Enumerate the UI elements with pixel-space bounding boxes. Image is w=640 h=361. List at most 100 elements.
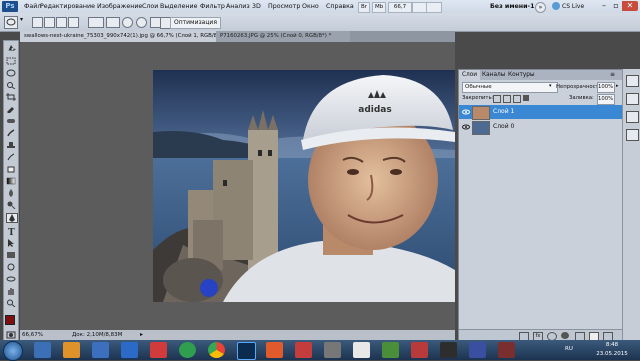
add-selection-icon[interactable] xyxy=(44,17,55,28)
media-icon[interactable] xyxy=(266,342,283,358)
path-select-icon[interactable] xyxy=(6,239,16,247)
move-tool-icon[interactable] xyxy=(6,45,16,53)
rounded-rect-icon[interactable] xyxy=(106,17,120,28)
adjustment-layer-icon[interactable] xyxy=(561,332,569,339)
document-image[interactable]: adidas xyxy=(153,70,455,302)
layer-row[interactable]: Слой 0 xyxy=(459,120,622,135)
eye-icon[interactable] xyxy=(462,123,470,131)
paint-icon[interactable] xyxy=(353,342,370,358)
lock-pixels-icon[interactable] xyxy=(503,95,511,103)
polygon-shape-icon[interactable] xyxy=(136,17,147,28)
folder-icon[interactable] xyxy=(63,342,80,358)
yandex-icon[interactable] xyxy=(150,342,167,358)
menu-layers[interactable]: Слои xyxy=(142,0,158,13)
ie-icon[interactable] xyxy=(34,342,51,358)
clone-stamp-icon[interactable] xyxy=(6,141,16,149)
lock-transparent-icon[interactable] xyxy=(493,95,501,103)
layer-name[interactable]: Слой 0 xyxy=(493,120,514,134)
red-app-icon[interactable] xyxy=(411,342,428,358)
clock-date[interactable]: 23.05.2015 xyxy=(592,351,632,357)
clock-time[interactable]: 8:48 xyxy=(592,342,632,348)
dark-app-icon[interactable] xyxy=(440,342,457,358)
3d-rotate-icon[interactable] xyxy=(6,263,16,271)
language-indicator[interactable]: RU xyxy=(565,346,573,352)
zoom-tool-icon[interactable] xyxy=(6,299,16,307)
ellipse-shape-icon[interactable] xyxy=(122,17,133,28)
menu-filter[interactable]: Фильтр xyxy=(200,0,225,13)
tab-layers[interactable]: Слои xyxy=(459,70,481,80)
new-selection-icon[interactable] xyxy=(32,17,43,28)
tab-paths[interactable]: Контуры xyxy=(505,70,538,80)
opacity-arrow-icon[interactable]: ▸ xyxy=(616,82,619,91)
recorder-icon[interactable] xyxy=(498,342,515,358)
app-icon[interactable] xyxy=(121,342,138,358)
tab-channels[interactable]: Каналы xyxy=(479,70,508,80)
brush-tool-icon[interactable] xyxy=(6,129,16,137)
menu-analysis[interactable]: Анализ xyxy=(226,0,250,13)
gradient-tool-icon[interactable] xyxy=(6,177,16,185)
close-window-button[interactable]: ✕ xyxy=(622,1,638,11)
lasso-tool-icon[interactable] xyxy=(6,69,16,77)
menu-file[interactable]: Файл xyxy=(24,0,41,13)
opacity-input[interactable]: 100% xyxy=(597,82,615,93)
layer-name[interactable]: Слой 1 xyxy=(493,105,514,119)
zoom-level-dropdown[interactable]: 66,7 xyxy=(388,2,412,13)
menu-help[interactable]: Справка xyxy=(326,0,354,13)
menu-image[interactable]: Изображение xyxy=(97,0,142,13)
layer-row[interactable]: Слой 1 xyxy=(459,105,622,120)
menu-3d[interactable]: 3D xyxy=(252,0,261,13)
tab-swallows-nest[interactable]: swallows-nest-ukraine_75303_990x742(1).j… xyxy=(20,31,228,42)
dodge-tool-icon[interactable] xyxy=(6,201,16,209)
crop-tool-icon[interactable] xyxy=(6,93,16,101)
styles-icon[interactable] xyxy=(626,111,639,123)
maximize-button[interactable]: ▫ xyxy=(610,1,622,11)
double-chevron-icon[interactable]: » xyxy=(535,2,546,13)
minibridge-button[interactable]: Mb xyxy=(372,2,387,13)
eraser-icon[interactable] xyxy=(6,165,16,173)
chevron-down-icon[interactable]: ▾ xyxy=(20,16,26,27)
panel-menu-icon[interactable]: ≡ xyxy=(610,70,615,80)
marquee-tool-icon[interactable] xyxy=(6,57,16,65)
hand-tool-icon[interactable] xyxy=(6,287,16,295)
history-icon[interactable] xyxy=(626,129,639,141)
foreground-color-swatch[interactable] xyxy=(5,315,15,325)
screen-mode-icon[interactable] xyxy=(426,2,442,13)
blue-app-icon[interactable] xyxy=(469,342,486,358)
eye-icon[interactable] xyxy=(462,108,470,116)
eyedropper-icon[interactable] xyxy=(6,105,16,113)
word-icon[interactable] xyxy=(92,342,109,358)
zoom-status[interactable]: 66,67% xyxy=(22,330,43,340)
menu-window[interactable]: Окно xyxy=(302,0,319,13)
workspace-name[interactable]: Без имени-1 xyxy=(490,0,535,13)
status-arrow-icon[interactable]: ▸ xyxy=(140,330,143,340)
rect-shape-icon[interactable] xyxy=(88,17,104,28)
start-button[interactable] xyxy=(3,341,23,361)
subtract-selection-icon[interactable] xyxy=(56,17,67,28)
lock-all-icon[interactable] xyxy=(523,95,529,101)
refine-button[interactable]: Оптимизация xyxy=(170,17,221,29)
quick-mask-icon[interactable] xyxy=(6,331,16,339)
menu-view[interactable]: Просмотр xyxy=(268,0,300,13)
photoshop-taskbar-icon[interactable] xyxy=(237,342,256,360)
adjustments-icon[interactable] xyxy=(626,93,639,105)
browser-icon[interactable] xyxy=(179,342,196,358)
intersect-selection-icon[interactable] xyxy=(68,17,79,28)
menu-select[interactable]: Выделение xyxy=(160,0,198,13)
bridge-button[interactable]: Br xyxy=(358,2,371,13)
color-panel-icon[interactable] xyxy=(626,75,639,87)
tab-p7160263[interactable]: P7160263.JPG @ 25% (Слой 0, RGB/8*) * xyxy=(216,31,350,42)
menu-edit[interactable]: Редактирование xyxy=(40,0,95,13)
minimize-button[interactable]: – xyxy=(598,1,610,11)
pen-tool-icon[interactable] xyxy=(6,213,18,223)
green-app-icon[interactable] xyxy=(382,342,399,358)
type-tool-icon[interactable]: T xyxy=(6,227,16,235)
lasso-tool-preset-icon[interactable] xyxy=(4,16,18,29)
history-brush-icon[interactable] xyxy=(6,153,16,161)
cs-live-label[interactable]: CS Live xyxy=(562,0,584,13)
chrome-icon[interactable] xyxy=(208,342,225,358)
fill-input[interactable]: 100% xyxy=(597,94,615,105)
blend-mode-select[interactable]: Обычные xyxy=(462,82,558,93)
shape-tool-icon[interactable] xyxy=(6,251,16,259)
mail-icon[interactable] xyxy=(295,342,312,358)
3d-orbit-icon[interactable] xyxy=(6,275,16,283)
